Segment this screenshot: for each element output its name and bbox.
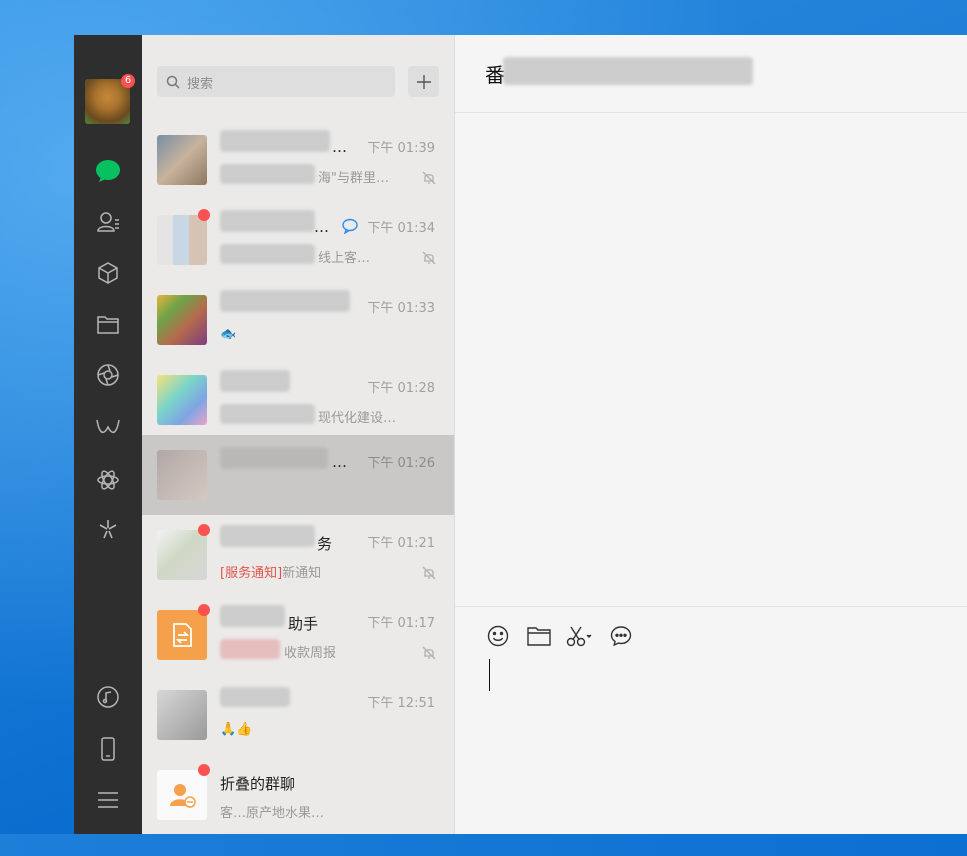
- wechat-window: 6 搜索 … 下午 01:39 海"与群里… … 下午 01:34 线上客… 下…: [74, 35, 967, 834]
- emoji-icon[interactable]: [485, 623, 511, 649]
- chat-avatar: [157, 450, 207, 500]
- redacted-name: [220, 130, 330, 152]
- chat-time: 下午 01:34: [367, 221, 435, 236]
- chat-name: …: [332, 453, 347, 471]
- redacted-preview: [220, 639, 280, 659]
- chat-time: 下午 01:17: [367, 616, 435, 631]
- chat-time: 下午 01:28: [367, 381, 435, 396]
- chat-preview: 海"与群里…: [318, 171, 389, 186]
- redacted-name: [220, 447, 328, 469]
- folder-icon[interactable]: [94, 310, 122, 338]
- file-icon[interactable]: [526, 623, 552, 649]
- mute-icon: [422, 251, 436, 265]
- screenshot-icon[interactable]: [566, 623, 592, 649]
- service-tag: [服务通知]: [220, 566, 283, 581]
- chat-time: 下午 01:39: [367, 141, 435, 156]
- chat-avatar: [157, 610, 207, 660]
- mini-program-icon[interactable]: [94, 466, 122, 494]
- unread-dot: [198, 524, 210, 536]
- chat-avatar: [157, 295, 207, 345]
- chat-pane: 番: [455, 35, 967, 834]
- mute-icon: [422, 171, 436, 185]
- chat-avatar: [157, 215, 207, 265]
- redacted-preview: [220, 244, 315, 264]
- chat-item[interactable]: 下午 01:28 现代化建设…: [142, 360, 454, 440]
- moments-icon[interactable]: [94, 361, 122, 389]
- chat-preview-emoji: 🐟: [220, 327, 237, 342]
- chat-avatar: [157, 375, 207, 425]
- chat-preview: 收款周报: [284, 646, 337, 661]
- redacted-name: [220, 210, 315, 232]
- chat-icon[interactable]: [94, 157, 122, 185]
- avatar[interactable]: 6: [85, 74, 135, 124]
- message-area[interactable]: [455, 113, 967, 604]
- chat-name: …: [314, 218, 329, 236]
- plus-icon: [416, 74, 431, 89]
- chat-item[interactable]: 下午 01:33 🐟: [142, 280, 454, 360]
- chat-avatar: [157, 135, 207, 185]
- search-input[interactable]: 搜索: [157, 66, 395, 97]
- chat-time: 下午 12:51: [367, 696, 435, 711]
- chat-preview-text: 新通知: [282, 566, 322, 581]
- phone-icon[interactable]: [94, 735, 122, 763]
- unread-dot: [198, 209, 210, 221]
- unread-dot: [198, 604, 210, 616]
- chat-preview: 客…原产地水果…: [220, 806, 325, 821]
- chat-name: 折叠的群聊: [220, 775, 296, 793]
- search-placeholder: 搜索: [187, 77, 214, 92]
- chat-name: …: [332, 138, 347, 156]
- chat-item-selected[interactable]: … 下午 01:26: [142, 435, 454, 515]
- channels-icon[interactable]: [94, 414, 122, 442]
- chat-item[interactable]: 下午 12:51 🙏👍: [142, 675, 454, 755]
- redacted-preview: [220, 404, 315, 424]
- cube-icon[interactable]: [94, 259, 122, 287]
- redacted-name: [220, 290, 350, 312]
- redacted-name: [220, 525, 315, 547]
- chat-preview: 线上客…: [318, 251, 371, 266]
- redacted-preview: [220, 164, 315, 184]
- contacts-icon[interactable]: [94, 208, 122, 236]
- mention-icon: [342, 218, 358, 234]
- chat-preview: 现代化建设…: [318, 411, 397, 426]
- text-cursor: [489, 659, 490, 691]
- folded-group-icon: [170, 784, 196, 808]
- redacted-title: [503, 57, 753, 85]
- mute-icon: [422, 646, 436, 660]
- redacted-name: [220, 687, 290, 707]
- chat-header: 番: [455, 35, 967, 113]
- chat-time: 下午 01:26: [367, 456, 435, 471]
- transfer-icon: [173, 623, 192, 647]
- chat-item[interactable]: … 下午 01:39 海"与群里…: [142, 120, 454, 200]
- chat-list-panel: 搜索 … 下午 01:39 海"与群里… … 下午 01:34 线上客… 下午 …: [142, 35, 455, 834]
- music-icon[interactable]: [94, 683, 122, 711]
- chat-preview: [服务通知]新通知: [220, 562, 321, 581]
- menu-icon[interactable]: [94, 786, 122, 814]
- left-navbar: 6: [74, 35, 142, 834]
- chat-avatar: [157, 530, 207, 580]
- chat-item[interactable]: 务 下午 01:21 [服务通知]新通知: [142, 515, 454, 595]
- chat-item[interactable]: 折叠的群聊 客…原产地水果…: [142, 755, 454, 834]
- chat-time: 下午 01:21: [367, 536, 435, 551]
- search-icon: [166, 75, 180, 89]
- redacted-name: [220, 370, 290, 392]
- input-area[interactable]: [455, 606, 967, 834]
- taskbar: [0, 834, 967, 856]
- chat-name: 务: [317, 535, 333, 553]
- chat-name: 助手: [288, 615, 319, 633]
- redacted-name: [220, 605, 285, 627]
- chat-item[interactable]: 助手 下午 01:17 收款周报: [142, 595, 454, 675]
- add-chat-button[interactable]: [408, 66, 439, 97]
- unread-dot: [198, 764, 210, 776]
- chat-preview: 🙏👍: [220, 722, 253, 737]
- chat-title: 番: [485, 63, 505, 87]
- chat-time: 下午 01:33: [367, 301, 435, 316]
- chat-history-icon[interactable]: [608, 623, 634, 649]
- chat-item[interactable]: … 下午 01:34 线上客…: [142, 200, 454, 280]
- chat-avatar: [157, 690, 207, 740]
- unread-badge: 6: [121, 74, 135, 88]
- chat-avatar: [157, 770, 207, 820]
- mute-icon: [422, 566, 436, 580]
- discover-icon[interactable]: [94, 515, 122, 543]
